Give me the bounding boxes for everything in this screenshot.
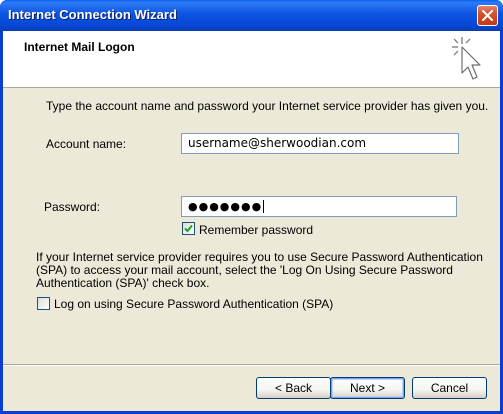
- window-title: Internet Connection Wizard: [8, 7, 177, 22]
- account-name-value: username@sherwoodian.com: [188, 136, 367, 150]
- remember-password-checkbox[interactable]: [182, 222, 195, 235]
- spa-checkbox[interactable]: [37, 297, 50, 310]
- spa-info-line: Authentication (SPA)' check box.: [36, 276, 210, 290]
- password-label: Password:: [44, 200, 101, 214]
- title-bar[interactable]: Internet Connection Wizard: [0, 0, 503, 31]
- account-name-label: Account name:: [46, 137, 127, 151]
- instruction-text: Type the account name and password your …: [46, 99, 489, 113]
- wizard-header: Internet Mail Logon: [3, 31, 500, 88]
- account-name-input[interactable]: username@sherwoodian.com: [181, 133, 459, 154]
- dialog-body: Internet Mail Logon Type the account nam…: [3, 31, 500, 411]
- text-caret: [263, 200, 265, 213]
- wizard-sparkle-cursor-icon: [452, 37, 481, 80]
- remember-password-label[interactable]: Remember password: [199, 223, 313, 237]
- password-input[interactable]: ●●●●●●●: [181, 196, 457, 217]
- back-button[interactable]: < Back: [256, 377, 331, 399]
- wizard-window: Internet Connection Wizard Internet Mail…: [0, 0, 503, 414]
- next-button[interactable]: Next >: [330, 377, 405, 399]
- close-button[interactable]: [477, 5, 498, 26]
- spa-checkbox-label[interactable]: Log on using Secure Password Authenticat…: [54, 297, 333, 311]
- spa-info-text: If your Internet service provider requir…: [36, 251, 483, 290]
- page-title: Internet Mail Logon: [24, 40, 135, 54]
- checkmark-icon: [184, 224, 193, 233]
- button-separator: [3, 364, 500, 366]
- cancel-button[interactable]: Cancel: [412, 377, 487, 399]
- close-x-icon: [482, 10, 493, 21]
- password-masked-value: ●●●●●●●: [188, 200, 263, 213]
